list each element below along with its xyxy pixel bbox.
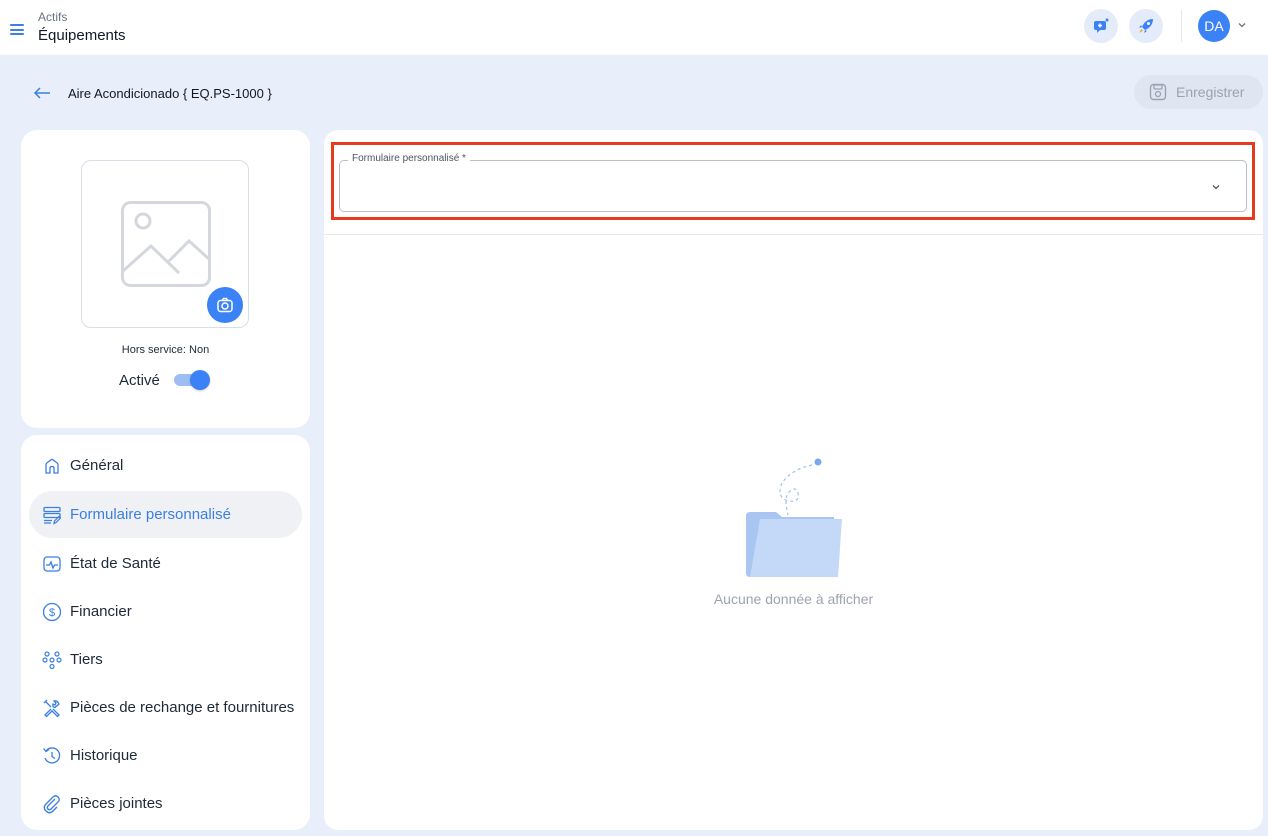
out-of-service-status: Hors service: Non: [121, 344, 210, 356]
paperclip-icon: [42, 794, 62, 814]
asset-photo: [81, 160, 249, 328]
empty-folder-icon: [746, 458, 842, 577]
custom-form-select-label: Formulaire personnalisé *: [348, 153, 470, 164]
save-button-label: Enregistrer: [1176, 84, 1245, 100]
nav-item-label: Formulaire personnalisé: [70, 506, 231, 523]
rocket-icon: [1139, 19, 1153, 33]
nav-item-label: État de Santé: [70, 555, 161, 572]
chat-button[interactable]: [1084, 9, 1118, 43]
network-icon: [42, 650, 62, 670]
form-icon: [42, 505, 62, 525]
breadcrumb-parent[interactable]: Actifs: [38, 10, 67, 24]
active-toggle-row: Activé: [119, 370, 210, 390]
divider: [324, 234, 1263, 235]
custom-form-panel: Formulaire personnalisé * Aucune donnée …: [324, 130, 1263, 830]
nav-item-attachments[interactable]: Pièces jointes: [29, 780, 302, 827]
header-divider: [1181, 10, 1182, 42]
nav-item-third-parties[interactable]: Tiers: [29, 636, 302, 683]
asset-title: Aire Acondicionado { EQ.PS-1000 }: [68, 85, 272, 101]
custom-form-select[interactable]: Formulaire personnalisé *: [339, 153, 1247, 212]
back-arrow-icon[interactable]: [32, 85, 52, 101]
nav-item-label: Pièces de rechange et fournitures: [70, 699, 295, 716]
nav-item-general[interactable]: Général: [29, 442, 302, 489]
section-nav: Général Formulaire personnalisé État de …: [21, 435, 310, 830]
top-bar: Actifs Équipements DA: [0, 0, 1268, 55]
svg-text:$: $: [49, 607, 55, 619]
dollar-icon: $: [42, 602, 62, 622]
page-toolbar: Aire Acondicionado { EQ.PS-1000 }: [32, 82, 272, 104]
nav-item-spare-parts[interactable]: Pièces de rechange et fournitures: [29, 684, 302, 731]
nav-item-health-status[interactable]: État de Santé: [29, 540, 302, 587]
nav-item-label: Tiers: [70, 651, 103, 668]
active-label: Activé: [119, 371, 160, 389]
health-monitor-icon: [42, 554, 62, 574]
history-icon: [42, 746, 62, 766]
active-toggle[interactable]: [173, 370, 210, 390]
empty-state-message: Aucune donnée à afficher: [713, 591, 874, 607]
home-icon: [42, 456, 62, 476]
camera-icon: [217, 297, 233, 313]
save-button[interactable]: Enregistrer: [1134, 75, 1263, 109]
nav-item-label: Général: [70, 457, 124, 474]
upload-photo-button[interactable]: [207, 287, 243, 323]
avatar[interactable]: DA: [1198, 10, 1230, 42]
nav-item-custom-form[interactable]: Formulaire personnalisé: [29, 491, 302, 538]
nav-item-financial[interactable]: $ Financier: [29, 588, 302, 635]
menu-icon[interactable]: [10, 24, 24, 35]
rocket-button[interactable]: [1129, 9, 1163, 43]
chevron-down-icon: [1212, 185, 1220, 190]
nav-item-label: Historique: [70, 747, 138, 764]
chevron-down-icon[interactable]: [1237, 20, 1247, 30]
tools-icon: [42, 698, 62, 718]
nav-item-label: Pièces jointes: [70, 795, 163, 812]
save-icon: [1149, 83, 1167, 101]
chat-sparkle-icon: [1094, 18, 1109, 33]
page-title: Équipements: [38, 27, 126, 44]
nav-item-history[interactable]: Historique: [29, 732, 302, 779]
nav-item-label: Financier: [70, 603, 132, 620]
asset-profile-card: Hors service: Non Activé: [21, 130, 310, 428]
image-placeholder-icon: [121, 201, 211, 287]
